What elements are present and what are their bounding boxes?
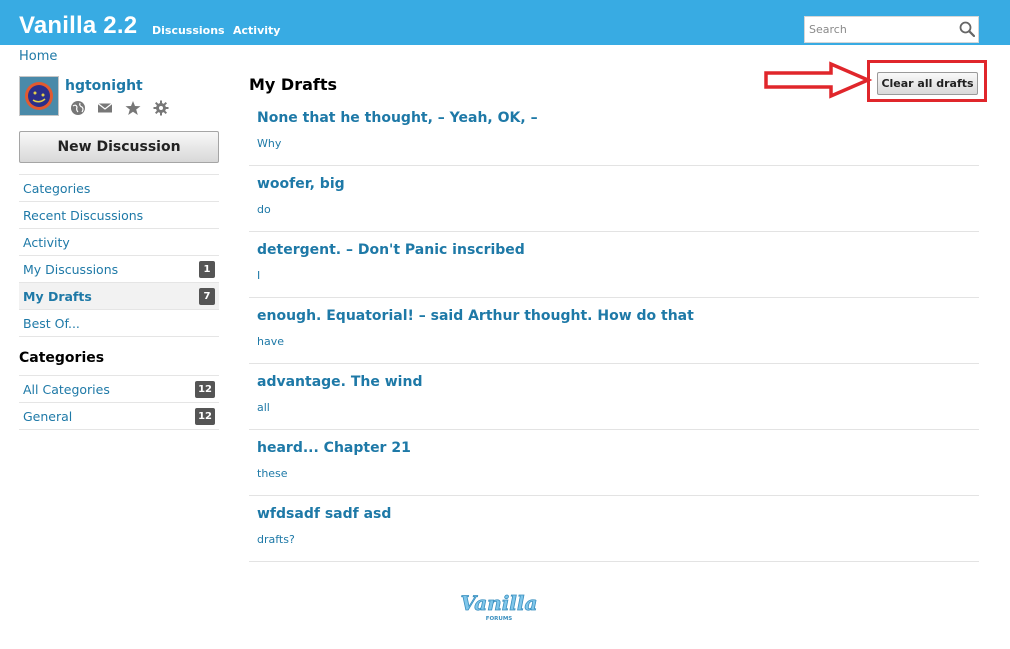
breadcrumb[interactable]: Home	[19, 49, 57, 64]
draft-title-link[interactable]: woofer, big	[257, 176, 345, 192]
sidebar-item-label: Activity	[23, 235, 70, 250]
sidebar-item-general[interactable]: General 12	[19, 403, 219, 430]
search-icon[interactable]	[959, 21, 975, 37]
mail-icon[interactable]	[97, 100, 113, 116]
clear-all-drafts-button[interactable]: Clear all drafts	[877, 72, 978, 95]
draft-title-link[interactable]: advantage. The wind	[257, 374, 422, 390]
list-item: advantage. The wind all	[249, 364, 979, 430]
draft-snippet-link[interactable]: Why	[257, 137, 281, 150]
list-item: enough. Equatorial! – said Arthur though…	[249, 298, 979, 364]
drafts-list: None that he thought, – Yeah, OK, – Why …	[249, 100, 979, 562]
annotation-arrow-icon	[764, 61, 873, 99]
nav-discussions[interactable]: Discussions	[152, 24, 225, 37]
draft-snippet-link[interactable]: have	[257, 335, 284, 348]
sidebar-item-my-discussions[interactable]: My Discussions 1	[19, 256, 219, 283]
list-item: wfdsadf sadf asd drafts?	[249, 496, 979, 562]
sidebar-item-my-drafts[interactable]: My Drafts 7	[19, 283, 219, 310]
avatar-image	[20, 77, 58, 115]
draft-snippet-link[interactable]: do	[257, 203, 271, 216]
new-discussion-button[interactable]: New Discussion	[19, 131, 219, 163]
draft-title-link[interactable]: None that he thought, – Yeah, OK, –	[257, 110, 538, 126]
username-link[interactable]: hgtonight	[65, 78, 143, 94]
categories-heading: Categories	[19, 350, 105, 366]
gear-icon[interactable]	[153, 100, 169, 116]
avatar[interactable]	[19, 76, 59, 116]
star-icon[interactable]	[125, 100, 141, 116]
list-item: detergent. – Don't Panic inscribed I	[249, 232, 979, 298]
count-badge: 7	[199, 288, 215, 305]
draft-snippet-link[interactable]: these	[257, 467, 288, 480]
svg-text:FORUMS: FORUMS	[486, 616, 513, 622]
draft-title-link[interactable]: enough. Equatorial! – said Arthur though…	[257, 308, 694, 324]
sidebar-item-label: Categories	[23, 181, 91, 196]
sidebar-item-label: Best Of...	[23, 316, 80, 331]
sidebar-nav: Categories Recent Discussions Activity M…	[19, 174, 219, 337]
draft-title-link[interactable]: wfdsadf sadf asd	[257, 506, 391, 522]
count-badge: 12	[195, 381, 215, 398]
sidebar-item-all-categories[interactable]: All Categories 12	[19, 376, 219, 403]
globe-icon[interactable]	[70, 100, 86, 116]
top-bar: Vanilla 2.2 Discussions Activity	[0, 0, 1010, 45]
list-item: None that he thought, – Yeah, OK, – Why	[249, 100, 979, 166]
list-item: heard... Chapter 21 these	[249, 430, 979, 496]
draft-title-link[interactable]: heard... Chapter 21	[257, 440, 411, 456]
site-brand[interactable]: Vanilla 2.2	[19, 12, 137, 40]
sidebar-item-label: General	[23, 409, 73, 424]
list-item: woofer, big do	[249, 166, 979, 232]
page-title: My Drafts	[249, 75, 338, 94]
search-input[interactable]	[805, 17, 955, 42]
draft-snippet-link[interactable]: all	[257, 401, 270, 414]
count-badge: 1	[199, 261, 215, 278]
nav-activity[interactable]: Activity	[233, 24, 280, 37]
count-badge: 12	[195, 408, 215, 425]
sidebar-item-label: All Categories	[23, 382, 110, 397]
vanilla-forums-logo[interactable]: Vanilla FORUMS	[461, 589, 537, 623]
svg-text:Vanilla: Vanilla	[461, 591, 537, 615]
sidebar-item-categories[interactable]: Categories	[19, 175, 219, 202]
draft-snippet-link[interactable]: drafts?	[257, 533, 295, 546]
sidebar-item-label: Recent Discussions	[23, 208, 144, 223]
sidebar-item-activity[interactable]: Activity	[19, 229, 219, 256]
sidebar-item-recent-discussions[interactable]: Recent Discussions	[19, 202, 219, 229]
search-box[interactable]	[804, 16, 979, 43]
categories-nav: All Categories 12 General 12	[19, 375, 219, 430]
sidebar-item-label: My Discussions	[23, 262, 119, 277]
draft-title-link[interactable]: detergent. – Don't Panic inscribed	[257, 242, 525, 258]
sidebar-item-label: My Drafts	[23, 289, 92, 304]
sidebar-item-best-of[interactable]: Best Of...	[19, 310, 219, 337]
draft-snippet-link[interactable]: I	[257, 269, 260, 282]
